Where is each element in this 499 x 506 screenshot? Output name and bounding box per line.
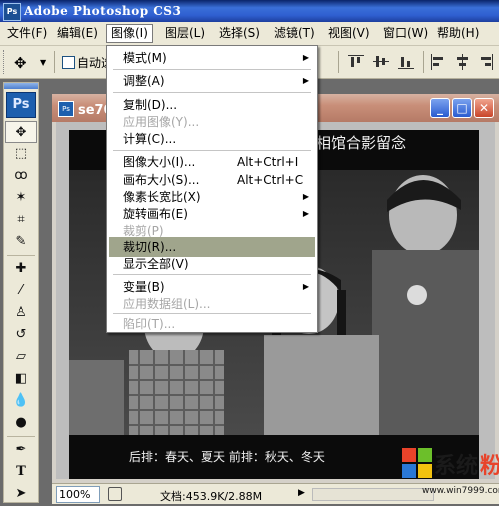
menu-item-adjust[interactable]: 调整(A) ▶: [109, 71, 315, 91]
align-top-icon[interactable]: [348, 54, 364, 70]
photoshop-app-icon: Ps: [3, 3, 21, 21]
menu-window[interactable]: 窗口(W): [379, 25, 432, 42]
options-bar-grip[interactable]: [3, 50, 7, 74]
photo-caption-bottom: 后排：春天、夏天 前排：秋天、冬天: [129, 450, 325, 464]
app-title: Adobe Photoshop CS3: [24, 4, 182, 18]
gradient-tool-icon[interactable]: ◧: [5, 368, 37, 390]
align-horizontal-center-icon[interactable]: [455, 54, 471, 70]
options-separator: [423, 51, 424, 73]
menu-file[interactable]: 文件(F): [3, 25, 51, 42]
photoshop-logo[interactable]: Ps: [6, 92, 36, 118]
submenu-arrow-icon: ▶: [302, 53, 309, 62]
lasso-tool-icon[interactable]: ꝏ: [5, 165, 37, 187]
crop-tool-icon[interactable]: ⌗: [5, 209, 37, 231]
document-icon: Ps: [58, 101, 74, 117]
navigator-icon[interactable]: [108, 487, 122, 501]
align-vertical-center-icon[interactable]: [373, 54, 389, 70]
watermark-brand: 系统: [434, 454, 479, 479]
menu-select[interactable]: 选择(S): [215, 25, 264, 42]
menu-item-calculations[interactable]: 计算(C)...: [109, 129, 315, 149]
toolbox-divider: [7, 436, 35, 437]
watermark: 系统 粉 www.win7999.com: [362, 440, 499, 503]
clone-stamp-icon[interactable]: ♙: [5, 302, 37, 324]
document-info[interactable]: 文档:453.9K/2.88M: [160, 488, 262, 504]
menu-separator: [113, 69, 311, 70]
slice-tool-icon[interactable]: ✎: [5, 231, 37, 253]
toolbox-header[interactable]: [4, 83, 38, 89]
close-button[interactable]: ✕: [474, 98, 494, 118]
status-menu-arrow-icon[interactable]: ▶: [298, 488, 305, 498]
menu-help[interactable]: 帮助(H): [433, 25, 483, 42]
menu-bar: 文件(F) 编辑(E) 图像(I) 图层(L) 选择(S) 滤镜(T) 视图(V…: [0, 22, 499, 46]
options-separator: [54, 51, 55, 73]
submenu-arrow-icon: ▶: [302, 76, 309, 85]
zoom-field[interactable]: 100%: [56, 486, 100, 503]
move-tool-icon[interactable]: ✥: [5, 121, 37, 143]
healing-brush-icon[interactable]: ✚: [5, 258, 37, 280]
dodge-tool-icon[interactable]: ●: [5, 412, 37, 434]
brush-tool-icon[interactable]: ⁄: [5, 280, 37, 302]
eraser-tool-icon[interactable]: ▱: [5, 346, 37, 368]
watermark-brand-accent: 粉: [480, 454, 499, 479]
magic-wand-icon[interactable]: ✶: [5, 187, 37, 209]
menu-image[interactable]: 图像(I): [106, 24, 153, 43]
menu-item-reveal-all[interactable]: 显示全部(V): [109, 254, 315, 274]
options-separator: [338, 51, 339, 73]
type-tool-icon[interactable]: T: [5, 461, 37, 483]
menu-separator: [113, 274, 311, 275]
history-brush-icon[interactable]: ↺: [5, 324, 37, 346]
image-menu-dropdown: 模式(M) ▶ 调整(A) ▶ 复制(D)... 应用图像(Y)... 计算(C).…: [106, 45, 318, 333]
maximize-button[interactable]: □: [452, 98, 472, 118]
auto-select-checkbox[interactable]: [62, 56, 75, 69]
align-right-icon[interactable]: [478, 54, 494, 70]
app-title-bar: Ps Adobe Photoshop CS3: [0, 0, 499, 22]
toolbox-divider: [7, 255, 35, 256]
watermark-url: www.win7999.com: [422, 486, 499, 496]
align-left-icon[interactable]: [430, 54, 446, 70]
menu-filter[interactable]: 滤镜(T): [270, 25, 319, 42]
move-tool-icon[interactable]: ✥: [14, 54, 27, 72]
menu-item-mode[interactable]: 模式(M) ▶: [109, 48, 315, 68]
tool-preset-dropdown-icon[interactable]: ▼: [40, 58, 46, 67]
menu-separator: [113, 150, 311, 151]
blur-tool-icon[interactable]: 💧: [5, 390, 37, 412]
menu-item-apply-data-set[interactable]: 应用数据组(L)...: [109, 294, 315, 314]
menu-view[interactable]: 视图(V): [324, 25, 374, 42]
path-selection-icon[interactable]: ➤: [5, 483, 37, 505]
marquee-tool-icon[interactable]: ⬚: [5, 143, 37, 165]
menu-item-image-size[interactable]: 图像大小(I)... Alt+Ctrl+I: [109, 152, 315, 172]
menu-layer[interactable]: 图层(L): [161, 25, 209, 42]
menu-edit[interactable]: 编辑(E): [53, 25, 102, 42]
pen-tool-icon[interactable]: ✒: [5, 439, 37, 461]
minimize-button[interactable]: _: [430, 98, 450, 118]
menu-separator: [113, 92, 311, 93]
align-bottom-icon[interactable]: [398, 54, 414, 70]
toolbox: Ps ✥ ⬚ ꝏ ✶ ⌗ ✎ ✚ ⁄ ♙ ↺ ▱ ◧ 💧 ● ✒ T ➤: [3, 82, 39, 503]
menu-item-trap[interactable]: 陷印(T)...: [109, 314, 315, 334]
